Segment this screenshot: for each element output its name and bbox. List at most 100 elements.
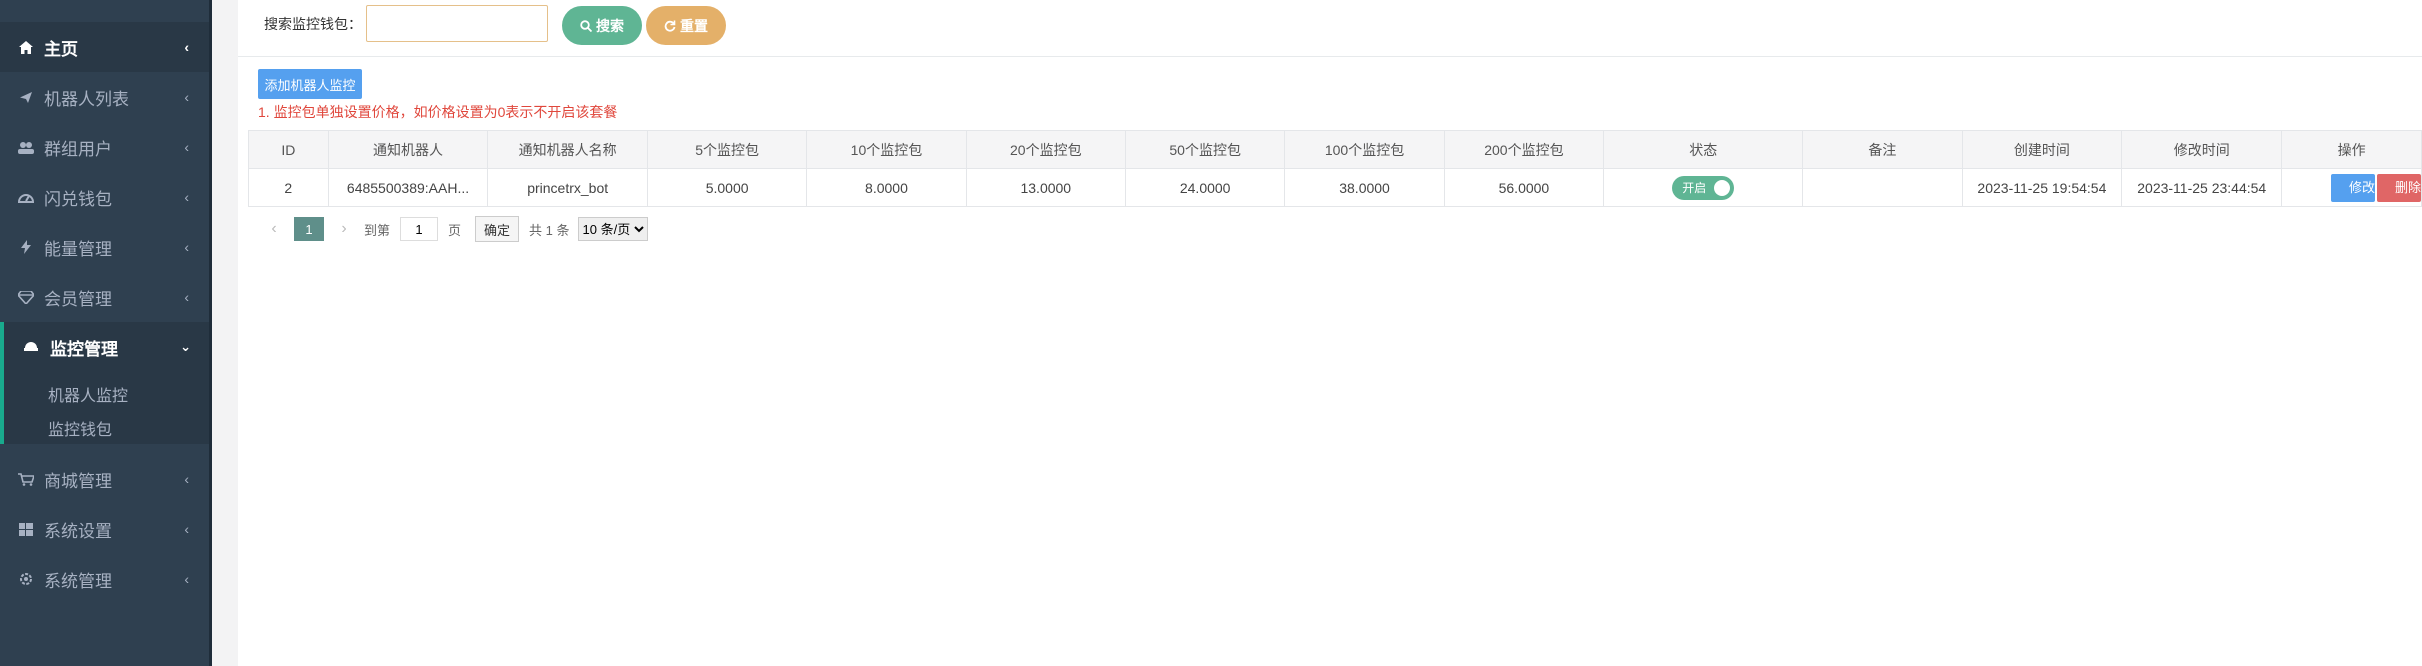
col-header-created[interactable]: 创建时间 — [1961, 130, 2123, 169]
cell-p10: 8.0000 — [806, 168, 967, 207]
status-toggle[interactable]: 开启 — [1672, 175, 1735, 200]
chevron-left-icon: ‹ — [184, 189, 189, 205]
cart-icon — [18, 472, 34, 486]
sidebar: 主页 ‹ 机器人列表 ‹ 群组用户 ‹ 闪兑钱包 ‹ 能量管理 ‹ 会员管理 ‹… — [0, 0, 212, 666]
cell-p100: 38.0000 — [1284, 168, 1445, 207]
cell-actions: 修改 删除 — [2281, 168, 2422, 207]
sidebar-item-group-users[interactable]: 群组用户 ‹ — [0, 122, 209, 172]
diamond-icon — [18, 290, 34, 304]
cell-remark — [1802, 168, 1963, 207]
sidebar-item-label: 系统管理 — [44, 571, 112, 591]
plane-icon — [18, 91, 34, 104]
per-page-select[interactable]: 10 条/页 — [577, 217, 648, 241]
sidebar-item-flash-wallet[interactable]: 闪兑钱包 ‹ — [0, 172, 209, 222]
col-header-actions: 操作 — [2281, 130, 2422, 169]
col-header-modified[interactable]: 修改时间 — [2121, 130, 2283, 169]
col-header-id[interactable]: ID — [248, 130, 329, 169]
sidebar-group-monitor: 监控管理 ⌄ 机器人监控 监控钱包 — [0, 322, 209, 444]
cell-id: 2 — [248, 168, 329, 207]
search-button-label: 搜索 — [596, 17, 624, 34]
monitor-table: ID 通知机器人 通知机器人名称 5个监控包 10个监控包 20个监控包 50个… — [248, 130, 2422, 207]
page-number-current[interactable]: 1 — [294, 217, 324, 241]
search-input[interactable] — [366, 5, 548, 42]
pricing-note: 1. 监控包单独设置价格，如价格设置为0表示不开启该套餐 — [258, 104, 618, 120]
sidebar-item-label: 系统设置 — [44, 521, 112, 541]
sidebar-item-home[interactable]: 主页 ‹ — [0, 22, 209, 72]
gear-icon — [18, 572, 34, 586]
bolt-icon — [18, 240, 34, 254]
gauge-icon — [18, 191, 34, 203]
reset-button[interactable]: 重置 — [646, 6, 726, 45]
next-page-icon[interactable]: › — [334, 220, 354, 238]
main-content: 搜索监控钱包： 搜索 重置 添加机器人监控 1. 监控包单独设置价格，如价格设置… — [238, 0, 2422, 666]
search-button[interactable]: 搜索 — [562, 6, 642, 45]
sidebar-item-system-management[interactable]: 系统管理 ‹ — [0, 554, 209, 604]
sidebar-item-label: 闪兑钱包 — [44, 189, 112, 209]
col-header-bot-name[interactable]: 通知机器人名称 — [487, 130, 648, 169]
sidebar-item-label: 商城管理 — [44, 471, 112, 491]
cell-p5: 5.0000 — [646, 168, 808, 207]
cell-created: 2023-11-25 19:54:54 — [1961, 168, 2123, 207]
col-header-p100[interactable]: 100个监控包 — [1284, 130, 1445, 169]
col-header-remark[interactable]: 备注 — [1802, 130, 1963, 169]
chevron-left-icon: ‹ — [184, 89, 189, 105]
users-icon — [18, 141, 34, 154]
chevron-left-icon: ‹ — [184, 289, 189, 305]
sidebar-item-system-settings[interactable]: 系统设置 ‹ — [0, 504, 209, 554]
sidebar-subitem-bot-monitor[interactable]: 机器人监控 — [48, 382, 128, 406]
cell-p20: 13.0000 — [965, 168, 1126, 207]
col-header-p5[interactable]: 5个监控包 — [646, 130, 808, 169]
monitor-icon — [24, 339, 40, 355]
add-bot-monitor-button[interactable]: 添加机器人监控 — [258, 69, 362, 99]
chevron-left-icon: ‹ — [184, 521, 189, 537]
cell-modified: 2023-11-25 23:44:54 — [2121, 168, 2283, 207]
chevron-left-icon: ‹ — [184, 471, 189, 487]
table-header-row: ID 通知机器人 通知机器人名称 5个监控包 10个监控包 20个监控包 50个… — [248, 130, 2422, 169]
prev-page-icon[interactable]: ‹ — [264, 220, 284, 238]
cell-bot-name: princetrx_bot — [487, 168, 648, 207]
col-header-p20[interactable]: 20个监控包 — [965, 130, 1126, 169]
edit-button[interactable]: 修改 — [2331, 173, 2375, 202]
sidebar-item-label: 机器人列表 — [44, 89, 129, 109]
col-header-p50[interactable]: 50个监控包 — [1124, 130, 1286, 169]
total-count: 共 1 条 — [529, 222, 570, 238]
delete-button[interactable]: 删除 — [2377, 173, 2421, 202]
page-unit-label: 页 — [448, 222, 462, 238]
cell-p50: 24.0000 — [1124, 168, 1286, 207]
search-bar: 搜索监控钱包： 搜索 重置 — [238, 0, 2422, 57]
table-row: 2 6485500389:AAH... princetrx_bot 5.0000… — [248, 168, 2422, 207]
home-icon — [18, 40, 34, 54]
col-header-p10[interactable]: 10个监控包 — [806, 130, 967, 169]
content-gutter — [212, 0, 238, 666]
sidebar-item-label: 主页 — [44, 39, 78, 59]
cell-bot: 6485500389:AAH... — [327, 168, 489, 207]
cell-status: 开启 — [1603, 168, 1804, 207]
cell-p200: 56.0000 — [1443, 168, 1605, 207]
toggle-knob — [1714, 179, 1731, 196]
sidebar-item-energy[interactable]: 能量管理 ‹ — [0, 222, 209, 272]
chevron-left-icon: ‹ — [184, 139, 189, 155]
chevron-left-icon: ‹ — [184, 39, 189, 55]
col-header-bot[interactable]: 通知机器人 — [327, 130, 489, 169]
goto-label: 到第 — [364, 222, 391, 238]
chevron-left-icon: ‹ — [184, 571, 189, 587]
windows-icon — [18, 522, 34, 536]
sidebar-item-mall[interactable]: 商城管理 ‹ — [0, 454, 209, 504]
col-header-p200[interactable]: 200个监控包 — [1443, 130, 1605, 169]
goto-confirm-button[interactable]: 确定 — [475, 216, 520, 242]
status-toggle-label: 开启 — [1682, 181, 1707, 195]
sidebar-item-members[interactable]: 会员管理 ‹ — [0, 272, 209, 322]
search-label: 搜索监控钱包： — [264, 16, 362, 32]
chevron-left-icon: ‹ — [184, 239, 189, 255]
search-icon — [580, 19, 592, 32]
refresh-icon — [664, 20, 676, 32]
sidebar-item-label: 会员管理 — [44, 289, 112, 309]
sidebar-subitem-monitor-wallet[interactable]: 监控钱包 — [48, 416, 112, 440]
col-header-status[interactable]: 状态 — [1603, 130, 1804, 169]
sidebar-item-bot-list[interactable]: 机器人列表 ‹ — [0, 72, 209, 122]
sidebar-item-label: 能量管理 — [44, 239, 112, 259]
reset-button-label: 重置 — [680, 17, 708, 34]
sidebar-item-monitor[interactable]: 监控管理 ⌄ — [4, 322, 209, 372]
goto-page-input[interactable] — [400, 217, 439, 241]
chevron-down-icon: ⌄ — [180, 339, 191, 354]
